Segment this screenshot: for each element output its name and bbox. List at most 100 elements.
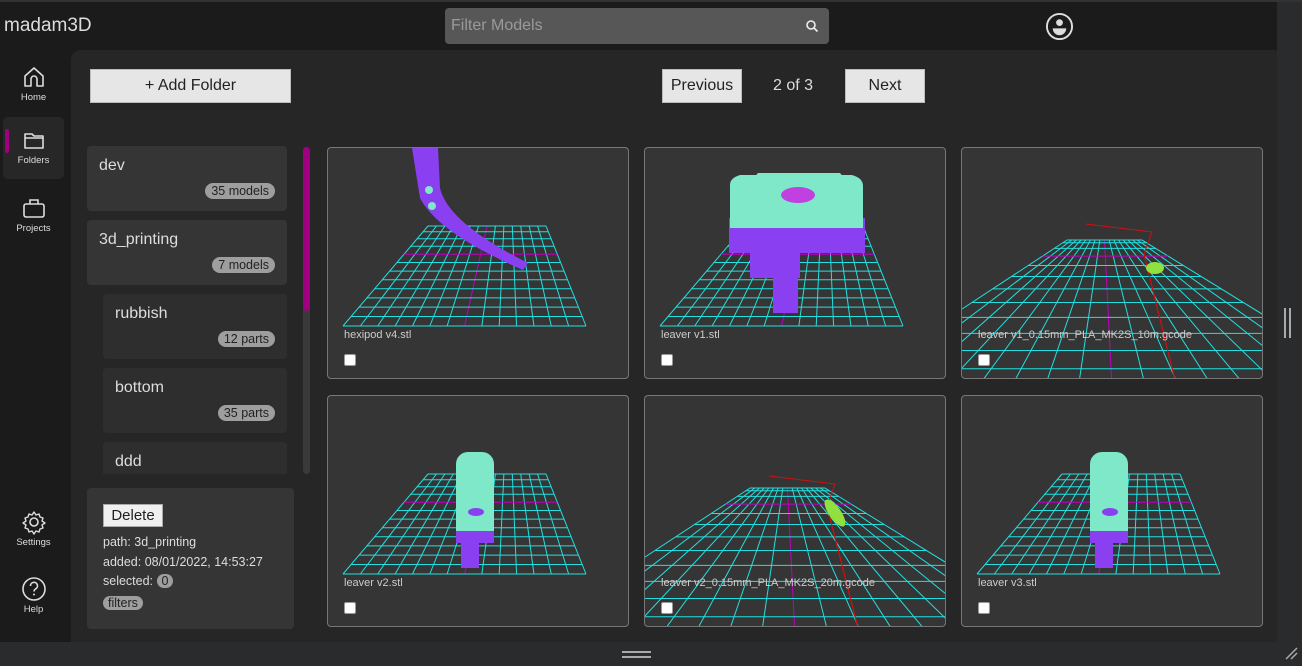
grid-line <box>1171 473 1204 575</box>
next-button[interactable]: Next <box>845 69 925 103</box>
resize-grip-icon[interactable] <box>1284 646 1298 660</box>
delete-button[interactable]: Delete <box>103 504 163 527</box>
grid-line <box>730 487 779 626</box>
scrollbar-thumb[interactable] <box>303 147 310 311</box>
folder-count-badge: 12 parts <box>217 331 275 347</box>
grid-line <box>394 473 454 575</box>
model-select-checkbox[interactable] <box>978 602 990 614</box>
folder-item[interactable]: dev 35 models <box>87 146 287 211</box>
grid-line <box>1132 473 1139 575</box>
grid-line <box>1028 473 1088 575</box>
grid-line <box>1047 239 1096 378</box>
model-card[interactable]: leaver v2.stl <box>327 395 629 627</box>
grid-line <box>429 225 471 327</box>
grid-line <box>1162 473 1186 575</box>
grid-line <box>545 473 587 575</box>
grid-line <box>862 225 904 327</box>
model-mesh <box>456 452 494 542</box>
folder-list-scrollbar[interactable] <box>303 147 310 474</box>
folder-item[interactable]: 3d_printing 7 models <box>87 220 287 285</box>
nav-projects[interactable]: Projects <box>3 185 64 247</box>
grid-line <box>1145 473 1152 575</box>
app-window: madam3D Home Folders Projects Settings H… <box>0 0 1302 642</box>
grid-line <box>1079 239 1101 378</box>
folder-list: dev 35 models 3d_printing 7 models rubbi… <box>87 146 287 474</box>
nav-folders[interactable]: Folders <box>3 117 64 179</box>
nav-home[interactable]: Home <box>3 54 64 116</box>
page-indicator: 2 of 3 <box>773 77 814 94</box>
model-select-checkbox[interactable] <box>661 602 673 614</box>
model-name: leaver v3.stl <box>978 577 1037 589</box>
model-preview[interactable] <box>645 396 945 626</box>
nav-settings[interactable]: Settings <box>3 499 64 561</box>
grid-line <box>411 225 463 327</box>
grid-line <box>359 225 437 327</box>
model-preview[interactable] <box>962 396 1262 626</box>
model-preview[interactable] <box>328 396 628 626</box>
folder-count-badge: 7 models <box>212 257 275 273</box>
grid-line <box>1132 239 1262 346</box>
folder-name: bottom <box>115 379 164 396</box>
search-box[interactable] <box>445 8 829 44</box>
filters-button[interactable]: filters <box>103 596 143 610</box>
sidebar: Home Folders Projects Settings Help <box>0 50 70 642</box>
folder-icon <box>23 133 44 149</box>
grid-line <box>1045 473 1097 575</box>
nav-help[interactable]: Help <box>3 566 64 628</box>
model-select-checkbox[interactable] <box>344 354 356 366</box>
model-preview[interactable] <box>328 148 628 378</box>
grid-line <box>1179 473 1221 575</box>
subfolder-item[interactable]: rubbish 12 parts <box>103 294 287 359</box>
model-hole <box>781 187 815 203</box>
folder-name: 3d_printing <box>99 231 179 248</box>
model-preview[interactable] <box>962 148 1262 378</box>
app-title: madam3D <box>4 15 92 36</box>
model-select-checkbox[interactable] <box>661 354 673 366</box>
subfolder-item[interactable]: ddd <box>103 442 287 474</box>
briefcase-icon <box>22 199 45 218</box>
grid-line <box>545 225 587 327</box>
model-hole <box>425 186 433 194</box>
nav-projects-label: Projects <box>16 223 51 234</box>
selected-row: selected: 0 <box>103 574 174 588</box>
previous-button[interactable]: Previous <box>662 69 742 103</box>
grid-line <box>377 473 446 575</box>
model-card[interactable]: leaver v1_0.15mm_PLA_MK2S_10m.gcode <box>961 147 1263 379</box>
model-select-checkbox[interactable] <box>344 602 356 614</box>
model-name: leaver v2_0.15mm_PLA_MK2S_20m.gcode <box>661 577 876 589</box>
model-select-checkbox[interactable] <box>978 354 990 366</box>
model-name: leaver v1_0.15mm_PLA_MK2S_10m.gcode <box>978 329 1193 341</box>
grid-line <box>666 487 770 626</box>
grid-line <box>520 473 535 575</box>
toolpath <box>1085 223 1153 255</box>
model-preview[interactable] <box>645 148 945 378</box>
nav-settings-label: Settings <box>16 537 51 548</box>
model-name: hexipod v4.stl <box>344 329 412 341</box>
folder-count-badge: 35 parts <box>217 405 275 421</box>
grid-line <box>1104 239 1112 378</box>
nav-folders-label: Folders <box>17 155 50 166</box>
subfolder-item[interactable]: bottom 35 parts <box>103 368 287 433</box>
grid-line <box>1122 239 1240 378</box>
model-card[interactable]: hexipod v4.stl <box>327 147 629 379</box>
grid-line <box>1141 239 1262 315</box>
grid-line <box>993 473 1071 575</box>
drag-handle-icon[interactable] <box>622 651 651 658</box>
vertical-resize-handle[interactable] <box>1284 308 1291 338</box>
grid-line <box>1154 473 1169 575</box>
grid-line <box>1011 473 1080 575</box>
model-card[interactable]: leaver v2_0.15mm_PLA_MK2S_20m.gcode <box>644 395 946 627</box>
grid-line <box>394 225 454 327</box>
help-icon <box>21 577 46 601</box>
model-card[interactable]: leaver v1.stl <box>644 147 946 379</box>
grid-line <box>698 487 774 626</box>
model-card[interactable]: leaver v3.stl <box>961 395 1263 627</box>
model-hole <box>428 202 436 210</box>
add-folder-button[interactable]: + Add Folder <box>90 69 291 103</box>
search-input[interactable] <box>451 8 791 44</box>
grid-line <box>537 225 570 327</box>
selected-label: selected: <box>103 574 154 588</box>
grid-line <box>342 473 429 575</box>
user-avatar-icon[interactable] <box>1045 12 1074 41</box>
search-icon[interactable] <box>805 19 819 33</box>
